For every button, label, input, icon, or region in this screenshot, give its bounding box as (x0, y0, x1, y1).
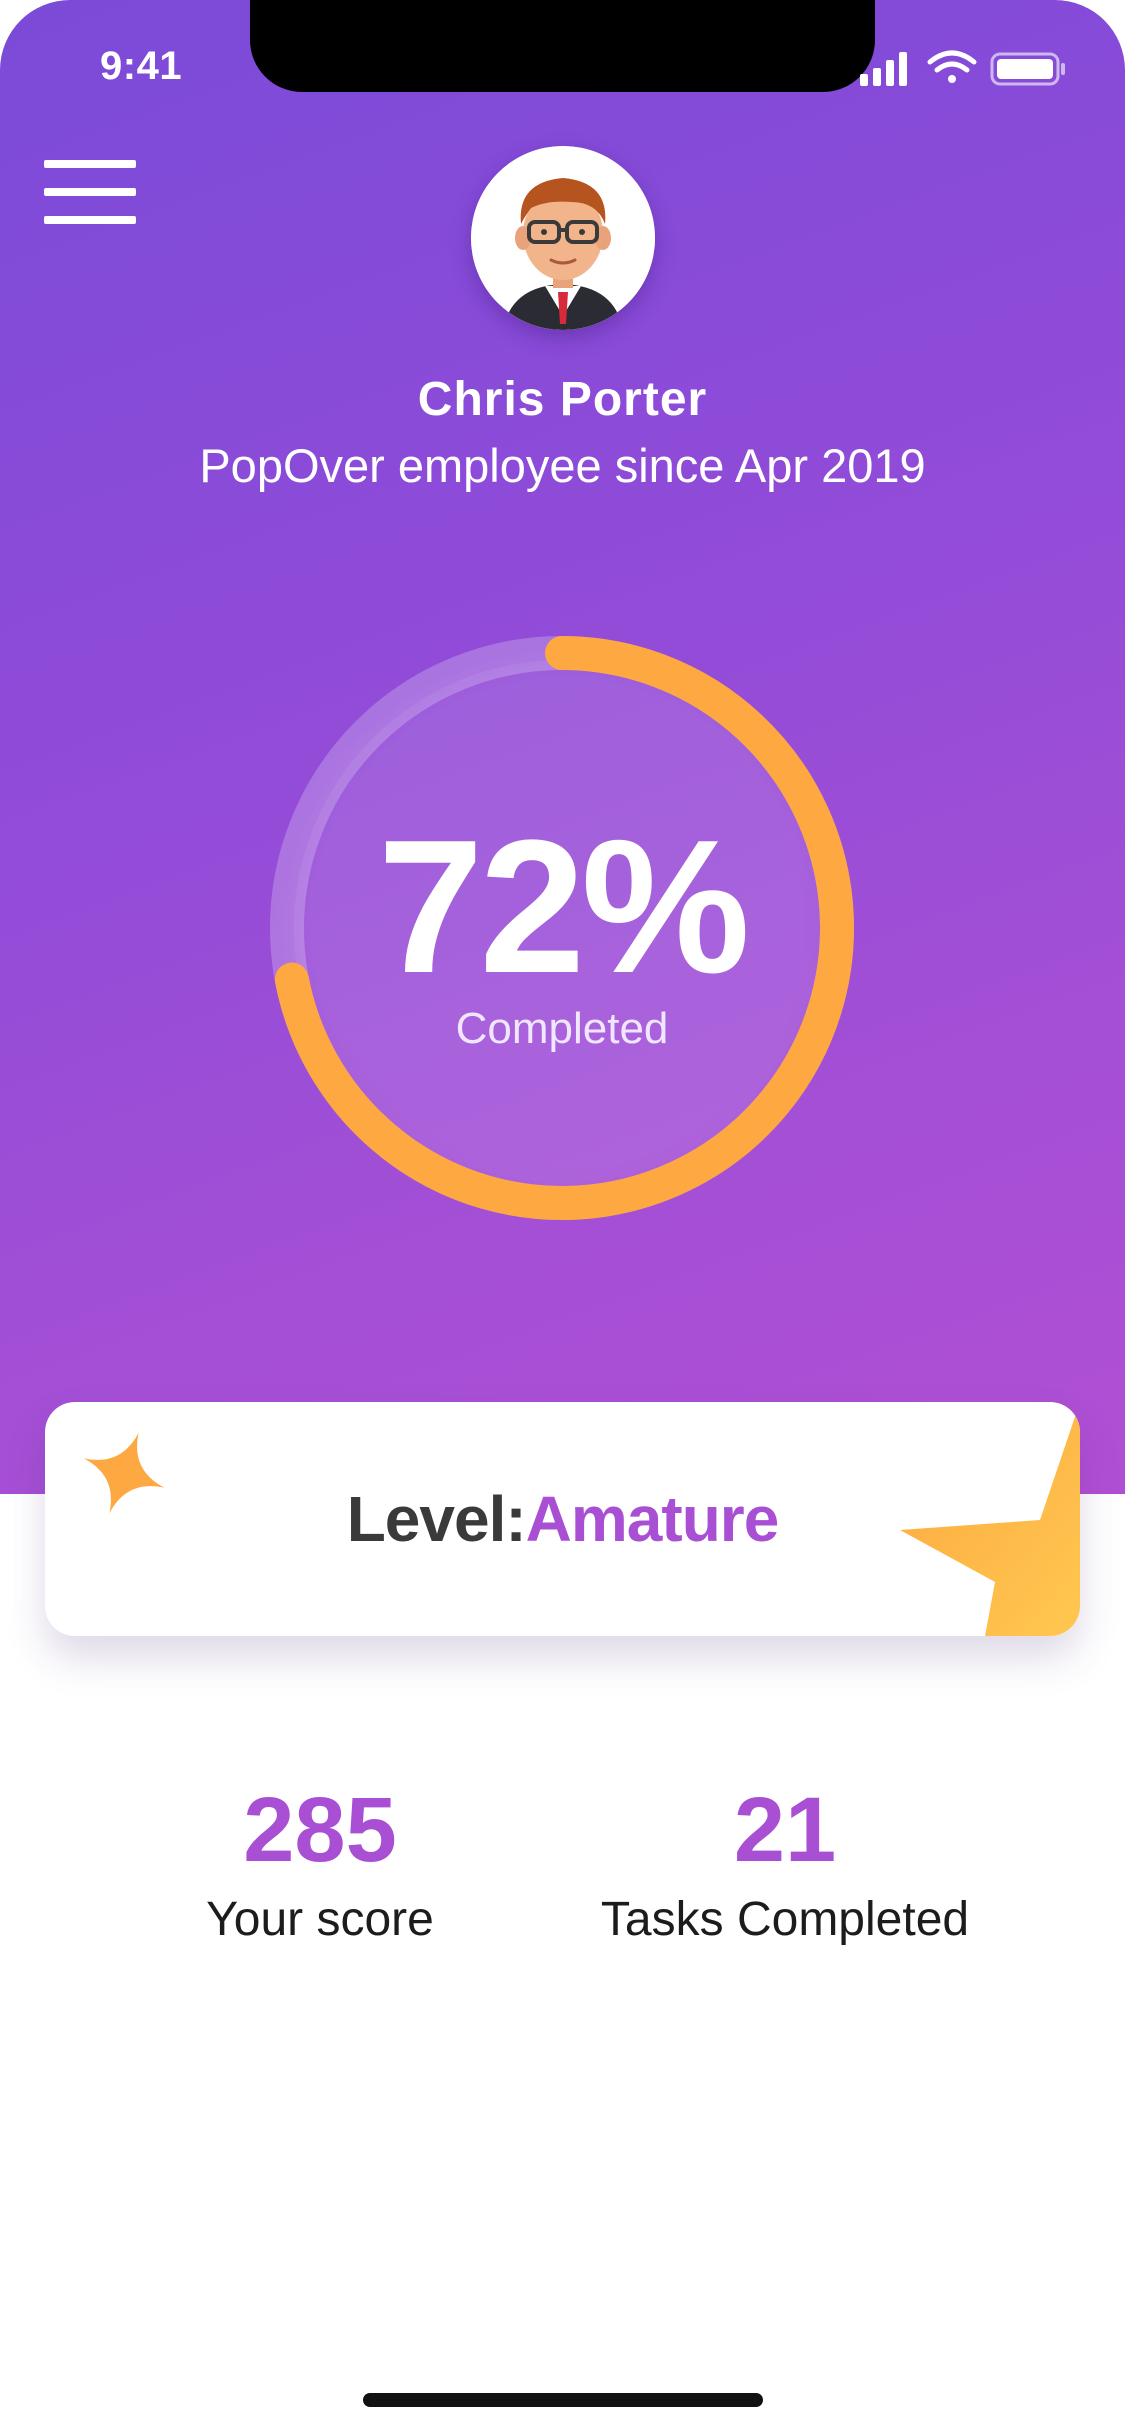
tasks-label: Tasks Completed (600, 1893, 970, 1946)
avatar-illustration (471, 146, 655, 330)
tasks-stat: 21 Tasks Completed (555, 1780, 1015, 1947)
employment-info: PopOver employee since Apr 2019 (199, 439, 926, 492)
star-icon (900, 1402, 1080, 1636)
device-notch (250, 0, 875, 92)
level-value: Amature (525, 1483, 780, 1555)
progress-caption: Completed (455, 1004, 669, 1053)
cellular-signal-icon (860, 52, 907, 86)
avatar[interactable] (471, 146, 655, 330)
progress-percent: 72% (377, 801, 750, 1013)
tasks-value: 21 (733, 1779, 837, 1881)
status-time: 9:41 (100, 44, 183, 88)
status-icons (860, 50, 1065, 86)
user-name: Chris Porter (417, 373, 708, 426)
home-indicator[interactable] (363, 2393, 763, 2407)
score-value: 285 (243, 1779, 397, 1881)
hamburger-menu-icon[interactable] (44, 160, 136, 224)
wifi-icon (927, 50, 977, 83)
app-screen: 9:41 Chris Porter PopOver employee since… (0, 0, 1125, 2436)
profile-header: 9:41 Chris Porter PopOver employee since… (0, 0, 1125, 1494)
level-card[interactable]: Level:Amature (45, 1402, 1080, 1636)
score-label: Your score (206, 1893, 434, 1946)
level-label: Level: (346, 1483, 527, 1555)
battery-icon (990, 52, 1065, 86)
score-stat: 285 Your score (90, 1780, 550, 1947)
